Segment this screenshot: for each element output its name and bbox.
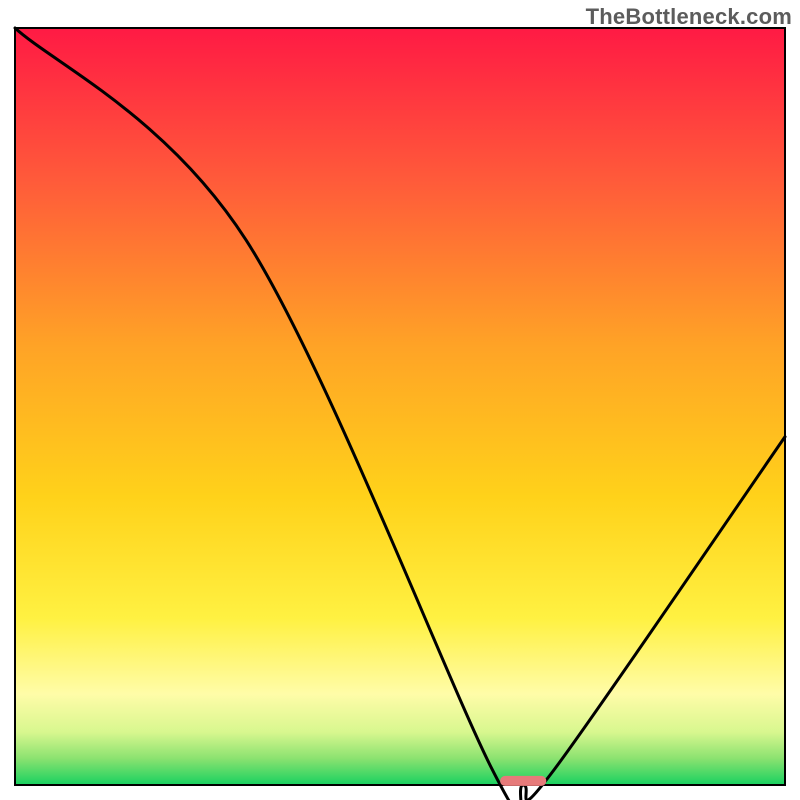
bottleneck-chart xyxy=(0,0,800,800)
gradient-background xyxy=(15,28,785,785)
chart-stage: TheBottleneck.com xyxy=(0,0,800,800)
watermark-text: TheBottleneck.com xyxy=(586,4,792,30)
optimal-marker xyxy=(500,776,546,786)
